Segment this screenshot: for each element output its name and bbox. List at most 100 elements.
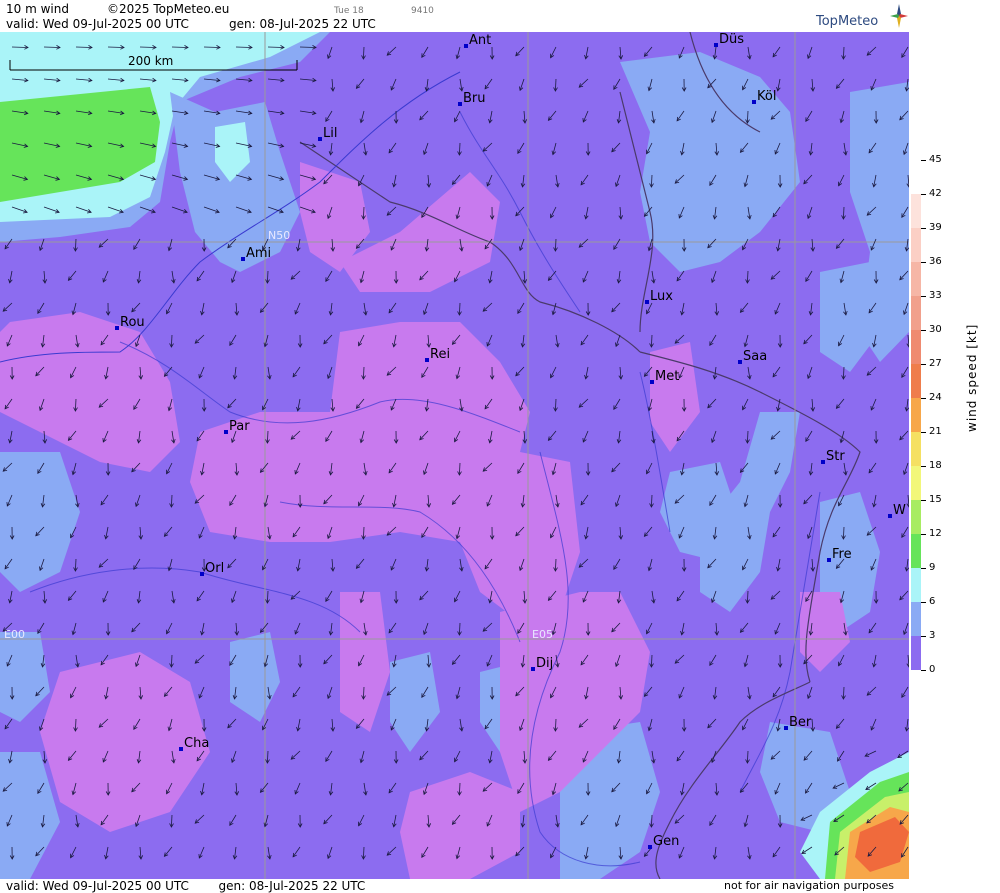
map-title: 10 m wind xyxy=(6,2,69,16)
city-marker xyxy=(241,257,245,261)
legend-color-step xyxy=(911,500,921,534)
legend-tick-label: 3 xyxy=(929,630,936,641)
legend-tick-label: 24 xyxy=(929,392,942,403)
topmeteo-logo[interactable]: TopMeteo xyxy=(816,4,908,32)
legend-tick-label: 21 xyxy=(929,426,942,437)
city-marker xyxy=(821,460,825,464)
city-marker xyxy=(531,667,535,671)
city-marker xyxy=(179,747,183,751)
legend-color-step xyxy=(911,262,921,296)
city-marker xyxy=(888,514,892,518)
legend-tick-mark xyxy=(921,466,926,467)
legend-tick-label: 15 xyxy=(929,494,942,505)
city-marker xyxy=(827,558,831,562)
legend-tick-mark xyxy=(921,398,926,399)
logo-text: TopMeteo xyxy=(816,14,879,29)
legend-color-step xyxy=(911,194,921,228)
legend-color-step xyxy=(911,602,921,636)
compass-icon xyxy=(890,4,908,28)
legend-tick-mark xyxy=(921,296,926,297)
city-label: Ant xyxy=(469,33,491,48)
scale-label: 200 km xyxy=(128,54,173,68)
city-marker xyxy=(784,726,788,730)
city-label: Rou xyxy=(120,315,145,330)
city-label: Köl xyxy=(757,89,776,104)
city-marker xyxy=(752,100,756,104)
legend-color-step xyxy=(911,432,921,466)
legend-tick-label: 12 xyxy=(929,528,942,539)
city-marker xyxy=(425,358,429,362)
city-label: Lil xyxy=(323,126,337,141)
city-label: W xyxy=(893,503,906,518)
legend-tick-mark xyxy=(921,500,926,501)
city-marker xyxy=(458,102,462,106)
legend-tick-label: 39 xyxy=(929,222,942,233)
legend-color-step xyxy=(911,364,921,398)
legend-color-step xyxy=(911,330,921,364)
legend-tick-label: 27 xyxy=(929,358,942,369)
footer-note: not for air navigation purposes xyxy=(724,879,894,892)
legend-tick-label: 18 xyxy=(929,460,942,471)
small-code: 9410 xyxy=(411,6,434,16)
city-label: Met xyxy=(655,369,679,384)
legend-color-step xyxy=(911,296,921,330)
city-label: Lux xyxy=(650,289,673,304)
city-label: Dij xyxy=(536,656,553,671)
city-marker xyxy=(200,572,204,576)
legend-tick-mark xyxy=(921,432,926,433)
legend-tick-mark xyxy=(921,670,926,671)
legend-tick-mark xyxy=(921,228,926,229)
city-marker xyxy=(464,44,468,48)
wind-map-canvas: N50 E00 E05 200 km Ant Düs Bru Köl Lil Ami Lux… xyxy=(0,32,909,879)
legend-color-step xyxy=(911,568,921,602)
grid-label-n50: N50 xyxy=(268,229,290,242)
city-marker xyxy=(318,137,322,141)
copyright: ©2025 TopMeteo.eu xyxy=(107,2,230,16)
legend-tick-label: 9 xyxy=(929,562,936,573)
city-marker xyxy=(645,300,649,304)
city-label: Str xyxy=(826,449,845,464)
legend-tick-label: 30 xyxy=(929,324,942,335)
legend-tick-mark xyxy=(921,262,926,263)
legend-color-step xyxy=(911,228,921,262)
city-marker xyxy=(714,43,718,47)
legend-tick-label: 45 xyxy=(929,154,942,165)
footer-generated-time: gen: 08-Jul-2025 22 UTC xyxy=(218,879,366,893)
footer-valid-time: valid: Wed 09-Jul-2025 00 UTC xyxy=(6,879,189,893)
city-marker xyxy=(648,845,652,849)
legend-tick-mark xyxy=(921,602,926,603)
generated-time: gen: 08-Jul-2025 22 UTC xyxy=(229,17,376,31)
city-label: Fre xyxy=(832,547,852,562)
legend-tick-mark xyxy=(921,534,926,535)
legend-tick-label: 33 xyxy=(929,290,942,301)
footer-valid: valid: Wed 09-Jul-2025 00 UTC gen: 08-Ju… xyxy=(6,879,365,893)
city-label: Ami xyxy=(246,246,271,261)
city-label: Saa xyxy=(743,349,767,364)
city-label: Par xyxy=(229,419,250,434)
legend-tick-mark xyxy=(921,194,926,195)
legend-tick-mark xyxy=(921,636,926,637)
legend-tick-label: 6 xyxy=(929,596,936,607)
legend-title: wind speed [kt] xyxy=(965,323,979,432)
grid-label-e00: E00 xyxy=(4,628,25,641)
city-label: Orl xyxy=(205,561,224,576)
grid-label-e05: E05 xyxy=(532,628,553,641)
city-marker xyxy=(738,360,742,364)
legend-tick-mark xyxy=(921,364,926,365)
city-marker xyxy=(224,430,228,434)
city-label: Bru xyxy=(463,91,486,106)
legend-color-step xyxy=(911,636,921,670)
city-label: Ber xyxy=(789,715,812,730)
city-label: Düs xyxy=(719,32,744,47)
valid-time: valid: Wed 09-Jul-2025 00 UTC xyxy=(6,17,189,31)
legend-color-step xyxy=(911,466,921,500)
wind-speed-legend: 45 42 39 36 33 30 27 24 21 18 15 12 9 6 3 0 wind speed … xyxy=(909,32,1000,879)
city-marker xyxy=(115,326,119,330)
legend-tick-label: 42 xyxy=(929,188,942,199)
city-marker xyxy=(650,380,654,384)
legend-tick-mark xyxy=(921,568,926,569)
wind-map[interactable]: N50 E00 E05 200 km Ant Düs Bru Köl Lil Ami Lux… xyxy=(0,32,909,879)
city-label: Cha xyxy=(184,736,209,751)
city-label: Rei xyxy=(430,347,450,362)
legend-tick-mark xyxy=(921,160,926,161)
